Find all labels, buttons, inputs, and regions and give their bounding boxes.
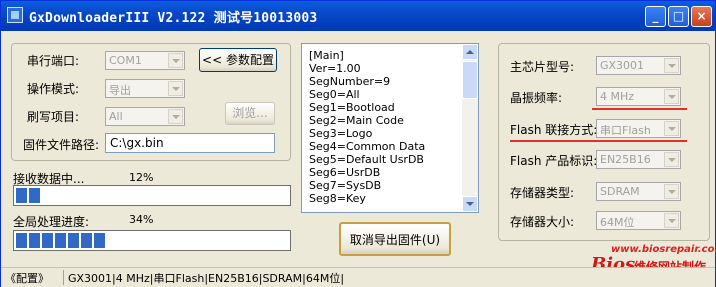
log-line: Ver=1.00: [309, 62, 361, 75]
firmware-path-value: C:\gx.bin: [110, 136, 164, 150]
maximize-button[interactable]: □: [668, 6, 689, 27]
flash-item-value: All: [109, 110, 123, 123]
title-bar[interactable]: GxDownloaderIII V2.122 测试号10013003 _ □ ×: [1, 1, 715, 31]
operation-mode-label: 操作模式:: [27, 82, 80, 96]
receive-progress-percent: 12%: [129, 171, 154, 184]
minimize-button[interactable]: _: [645, 6, 666, 27]
serial-port-label: 串行端口:: [27, 54, 80, 68]
flash-item-select[interactable]: All: [105, 107, 185, 126]
flash-product-value: EN25B16: [600, 153, 651, 166]
crystal-frequency-label: 晶振频率:: [510, 91, 563, 105]
scroll-down-icon[interactable]: [462, 196, 478, 212]
log-listbox[interactable]: [Main] Ver=1.00 SegNumber=9 Seg0=All Seg1=Bo…: [301, 43, 479, 213]
memory-size-select[interactable]: 64M位: [596, 211, 681, 230]
dropdown-arrow-icon[interactable]: [168, 53, 183, 68]
status-config-label: 《配置》: [5, 272, 49, 285]
chip-model-select[interactable]: GX3001: [596, 56, 681, 75]
memory-type-label: 存储器类型:: [510, 186, 575, 200]
log-line: Seg8=Key: [309, 192, 366, 205]
memory-type-value: SDRAM: [600, 185, 640, 198]
memory-size-label: 存储器大小:: [510, 215, 575, 229]
dropdown-arrow-icon[interactable]: [664, 213, 679, 228]
main-window: GxDownloaderIII V2.122 测试号10013003 _ □ ×…: [0, 0, 716, 287]
log-line: Seg7=SysDB: [309, 179, 382, 192]
dropdown-arrow-icon[interactable]: [664, 152, 679, 167]
progress-segment: [81, 233, 92, 248]
log-scrollbar[interactable]: [462, 44, 478, 212]
progress-segment: [16, 233, 27, 248]
memory-size-value: 64M位: [600, 216, 635, 229]
status-bar: 《配置》 GX3001|4 MHz|串口Flash|EN25B16|SDRAM|…: [1, 267, 715, 287]
scroll-up-icon[interactable]: [462, 44, 478, 60]
log-line: Seg6=UsrDB: [309, 166, 381, 179]
log-line: Seg4=Common Data: [309, 140, 426, 153]
memory-type-select[interactable]: SDRAM: [596, 182, 681, 201]
receive-progress-bar: [13, 185, 291, 206]
browse-button[interactable]: 浏览...: [225, 102, 275, 125]
status-summary: GX3001|4 MHz|串口Flash|EN25B16|SDRAM|64M位|: [68, 272, 345, 285]
crystal-frequency-select[interactable]: 4 MHz: [596, 87, 681, 106]
operation-mode-select[interactable]: 导出: [105, 79, 185, 98]
serial-port-select[interactable]: COM1: [105, 51, 185, 70]
app-icon: [7, 7, 23, 23]
log-line: SegNumber=9: [309, 75, 391, 88]
firmware-path-label: 固件文件路径:: [23, 138, 100, 152]
flash-product-label: Flash 产品标识:: [510, 154, 598, 168]
log-line: Seg1=Bootload: [309, 101, 395, 114]
chip-model-value: GX3001: [600, 59, 645, 72]
window-title: GxDownloaderIII V2.122 测试号10013003: [29, 11, 318, 26]
log-line: [Main]: [309, 49, 344, 62]
flash-item-label: 刷写项目:: [27, 110, 80, 124]
log-line: Seg5=Default UsrDB: [309, 153, 424, 166]
dropdown-arrow-icon[interactable]: [168, 109, 183, 124]
overall-progress-percent: 34%: [129, 213, 154, 226]
flash-connection-label: Flash 联接方式:: [510, 123, 598, 137]
chip-model-label: 主芯片型号:: [510, 60, 575, 74]
status-divider: [63, 270, 64, 285]
dropdown-arrow-icon[interactable]: [664, 58, 679, 73]
log-line: Seg0=All: [309, 88, 360, 101]
progress-segment: [55, 233, 66, 248]
flash-product-select[interactable]: EN25B16: [596, 150, 681, 169]
crystal-frequency-value: 4 MHz: [600, 90, 635, 103]
red-underline-annotation: [510, 140, 687, 142]
operation-mode-value: 导出: [109, 84, 131, 97]
dropdown-arrow-icon[interactable]: [664, 121, 679, 136]
progress-segment: [16, 188, 27, 203]
serial-port-value: COM1: [109, 54, 142, 67]
progress-segment: [94, 233, 105, 248]
dropdown-arrow-icon[interactable]: [168, 81, 183, 96]
overall-progress-label: 全局处理进度:: [13, 215, 90, 229]
red-underline-annotation: [592, 108, 687, 110]
flash-connection-select[interactable]: 串口Flash: [596, 119, 681, 138]
progress-segment: [29, 233, 40, 248]
log-line: Seg3=Logo: [309, 127, 373, 140]
flash-connection-value: 串口Flash: [600, 124, 651, 137]
dropdown-arrow-icon[interactable]: [664, 184, 679, 199]
firmware-path-input[interactable]: C:\gx.bin: [105, 133, 275, 153]
scroll-thumb[interactable]: [462, 61, 478, 99]
params-config-button[interactable]: << 参数配置: [199, 48, 277, 72]
close-button[interactable]: ×: [691, 6, 712, 27]
progress-segment: [29, 188, 40, 203]
cancel-export-button[interactable]: 取消导出固件(U): [339, 222, 451, 256]
log-line: Seg2=Main Code: [309, 114, 404, 127]
progress-segment: [42, 233, 53, 248]
overall-progress-bar: [13, 230, 291, 251]
progress-segment: [68, 233, 79, 248]
dropdown-arrow-icon[interactable]: [664, 89, 679, 104]
